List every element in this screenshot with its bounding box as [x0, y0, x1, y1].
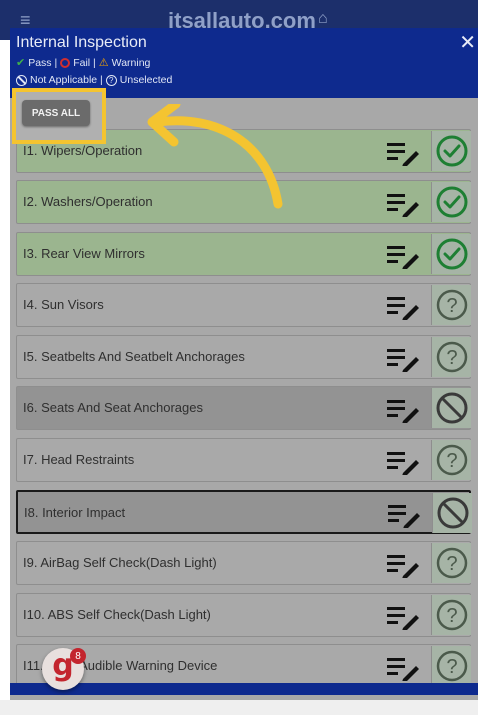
svg-text:?: ?	[446, 347, 457, 369]
inspection-item[interactable]: I10. ABS Self Check(Dash Light)?	[16, 593, 471, 637]
modal-title: Internal Inspection	[16, 34, 147, 51]
question-circle-icon[interactable]: ?	[431, 285, 471, 325]
edit-note-icon[interactable]	[387, 243, 419, 270]
legend-row-2: Not Applicable | ? Unselected	[16, 74, 172, 86]
inspection-item[interactable]: I3. Rear View Mirrors	[16, 232, 471, 276]
legend-not-applicable: Not Applicable |	[30, 74, 103, 86]
inspection-item[interactable]: I6. Seats And Seat Anchorages	[16, 386, 471, 430]
home-icon[interactable]: ⌂	[318, 10, 328, 28]
svg-text:?: ?	[446, 656, 457, 678]
question-circle-icon[interactable]: ?	[431, 595, 471, 635]
inspection-modal: Internal Inspection ✕ ✔ Pass | Fail | ⚠ …	[10, 28, 478, 700]
not-applicable-icon[interactable]	[432, 493, 472, 533]
check-circle-icon[interactable]	[431, 131, 471, 171]
inspection-item-label: I9. AirBag Self Check(Dash Light)	[23, 555, 217, 570]
inspection-item-label: I3. Rear View Mirrors	[23, 246, 145, 261]
chat-widget-button[interactable]: g 8	[42, 648, 86, 690]
close-icon[interactable]: ✕	[459, 30, 476, 55]
check-circle-icon[interactable]	[431, 234, 471, 274]
inspection-item-label: I10. ABS Self Check(Dash Light)	[23, 607, 211, 622]
inspection-item-label: I8. Interior Impact	[24, 505, 126, 520]
inspection-item[interactable]: I7. Head Restraints?	[16, 438, 471, 482]
legend-pass: Pass |	[28, 56, 58, 69]
legend-fail: Fail |	[73, 56, 96, 69]
inspection-item-label: I4. Sun Visors	[23, 297, 104, 312]
edit-note-icon[interactable]	[387, 140, 419, 167]
svg-text:?: ?	[446, 450, 457, 472]
edit-note-icon[interactable]	[387, 397, 419, 424]
edit-note-icon[interactable]	[387, 655, 419, 682]
pass-all-button[interactable]: PASS ALL	[22, 100, 90, 126]
page-footer	[0, 700, 478, 715]
not-applicable-icon[interactable]	[431, 388, 471, 428]
edit-note-icon[interactable]	[387, 552, 419, 579]
edit-note-icon[interactable]	[387, 346, 419, 373]
modal-footer-bar	[10, 683, 478, 695]
not-applicable-icon	[16, 74, 27, 86]
check-circle-icon[interactable]	[431, 182, 471, 222]
pass-icon: ✔	[16, 57, 26, 69]
inspection-item[interactable]: I5. Seatbelts And Seatbelt Anchorages?	[16, 335, 471, 379]
question-circle-icon[interactable]: ?	[431, 543, 471, 583]
inspection-item-label: I7. Head Restraints	[23, 452, 135, 467]
edit-note-icon[interactable]	[387, 191, 419, 218]
edit-note-icon[interactable]	[388, 502, 420, 529]
svg-text:?: ?	[446, 605, 457, 627]
warning-icon: ⚠	[98, 57, 109, 69]
fail-icon	[60, 57, 71, 68]
edit-note-icon[interactable]	[387, 449, 419, 476]
legend-unselected: Unselected	[119, 74, 173, 86]
inspection-item-label: I6. Seats And Seat Anchorages	[23, 400, 203, 415]
inspection-item-label: I2. Washers/Operation	[23, 194, 153, 209]
question-circle-icon[interactable]: ?	[431, 337, 471, 377]
svg-text:?: ?	[446, 295, 457, 317]
legend-warning: Warning	[111, 56, 151, 69]
inspection-item-label: I5. Seatbelts And Seatbelt Anchorages	[23, 349, 245, 364]
legend-row-1: ✔ Pass | Fail | ⚠ Warning	[16, 56, 151, 70]
inspection-item-label: I1. Wipers/Operation	[23, 143, 143, 158]
svg-text:?: ?	[446, 553, 457, 575]
question-circle-icon[interactable]: ?	[431, 440, 471, 480]
question-circle-icon[interactable]: ?	[431, 646, 471, 686]
inspection-item[interactable]: I4. Sun Visors?	[16, 283, 471, 327]
notification-badge: 8	[70, 648, 86, 664]
unselected-icon: ?	[105, 74, 117, 86]
pass-all-highlight: PASS ALL	[12, 88, 106, 144]
pointer-arrow	[147, 104, 283, 209]
edit-note-icon[interactable]	[387, 604, 419, 631]
inspection-item[interactable]: I9. AirBag Self Check(Dash Light)?	[16, 541, 471, 585]
inspection-item[interactable]: I8. Interior Impact	[16, 490, 472, 534]
edit-note-icon[interactable]	[387, 294, 419, 321]
